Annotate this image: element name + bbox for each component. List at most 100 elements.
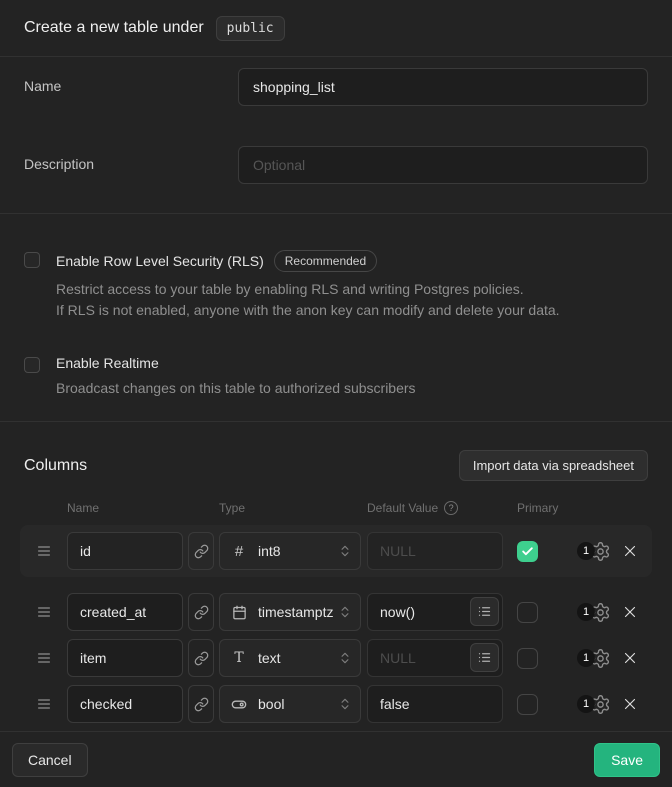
realtime-checkbox[interactable] (24, 357, 40, 373)
hash-icon: # (231, 543, 247, 560)
column-type-select[interactable]: timestamptz (219, 593, 361, 631)
foreign-key-button[interactable] (188, 639, 214, 677)
help-circle-icon[interactable]: ? (444, 501, 458, 515)
grid-header-default: Default Value ? (367, 501, 517, 515)
column-type-value: text (258, 650, 281, 666)
name-field-row: Name (24, 68, 648, 106)
columns-head: Columns Import data via spreadsheet (20, 450, 652, 481)
default-value-picker-button[interactable] (470, 643, 499, 672)
column-type-select[interactable]: bool (219, 685, 361, 723)
realtime-content: Enable Realtime Broadcast changes on thi… (56, 355, 416, 399)
list-icon (477, 604, 492, 619)
rls-description-line1: Restrict access to your table by enablin… (56, 279, 560, 300)
primary-cell (517, 694, 538, 715)
list-icon (477, 650, 492, 665)
column-name-input[interactable] (67, 639, 183, 677)
table-description-input[interactable] (238, 146, 648, 184)
drag-handle-icon[interactable] (20, 604, 67, 620)
settings-count-badge: 1 (577, 603, 595, 621)
settings-count-badge: 1 (577, 649, 595, 667)
link-icon (194, 697, 209, 712)
description-field-row: Description (24, 146, 648, 184)
link-icon (194, 651, 209, 666)
foreign-key-button[interactable] (188, 593, 214, 631)
modal-header: Create a new table under public (0, 0, 672, 57)
modal-title: Create a new table under (24, 19, 204, 37)
column-row: T text 1 (20, 639, 652, 677)
import-spreadsheet-button[interactable]: Import data via spreadsheet (459, 450, 648, 481)
toggle-icon (231, 696, 247, 713)
rls-description: Restrict access to your table by enablin… (56, 279, 560, 321)
close-icon (621, 542, 639, 560)
rls-checkbox[interactable] (24, 252, 40, 268)
column-settings-button[interactable]: 1 (577, 694, 611, 715)
description-label: Description (24, 146, 238, 184)
rls-description-line2: If RLS is not enabled, anyone with the a… (56, 300, 560, 321)
link-icon (194, 544, 209, 559)
default-value-picker-button[interactable] (470, 597, 499, 626)
primary-checkbox[interactable] (517, 541, 538, 562)
remove-column-button[interactable] (621, 695, 639, 713)
remove-column-button[interactable] (621, 542, 639, 560)
default-value-cell (367, 685, 503, 723)
column-name-input[interactable] (67, 593, 183, 631)
column-settings-button[interactable]: 1 (577, 541, 611, 562)
foreign-key-button[interactable] (188, 532, 214, 570)
modal-footer: Cancel Save (0, 731, 672, 787)
grid-header-type: Type (219, 501, 367, 515)
column-type-value: timestamptz (258, 604, 333, 620)
remove-column-button[interactable] (621, 603, 639, 621)
schema-badge: public (216, 16, 285, 41)
default-value-cell (367, 639, 503, 677)
columns-title: Columns (24, 457, 87, 475)
table-details-section: Name Description (0, 57, 672, 214)
column-type-value: bool (258, 696, 284, 712)
column-name-input[interactable] (67, 685, 183, 723)
rls-content: Enable Row Level Security (RLS) Recommen… (56, 250, 560, 321)
default-value-input[interactable] (367, 685, 503, 723)
column-type-select[interactable]: T text (219, 639, 361, 677)
grid-header-name: Name (67, 501, 219, 515)
column-settings-button[interactable]: 1 (577, 648, 611, 669)
columns-section: Columns Import data via spreadsheet Name… (0, 422, 672, 731)
column-settings-button[interactable]: 1 (577, 602, 611, 623)
text-icon: T (231, 650, 247, 666)
primary-checkbox[interactable] (517, 648, 538, 669)
grid-header-spacer (20, 501, 67, 515)
close-icon (621, 695, 639, 713)
drag-handle-icon[interactable] (20, 543, 67, 559)
primary-checkbox[interactable] (517, 694, 538, 715)
save-button[interactable]: Save (594, 743, 660, 777)
drag-handle-icon[interactable] (20, 696, 67, 712)
grid-header-default-label: Default Value (367, 501, 438, 515)
toggles-section: Enable Row Level Security (RLS) Recommen… (0, 214, 672, 422)
column-row: bool 1 (20, 685, 652, 723)
primary-checkbox[interactable] (517, 602, 538, 623)
default-value-cell (367, 532, 503, 570)
name-label: Name (24, 68, 238, 106)
settings-count-badge: 1 (577, 695, 595, 713)
link-icon (194, 605, 209, 620)
rls-toggle-block: Enable Row Level Security (RLS) Recommen… (24, 250, 648, 321)
default-value-cell (367, 593, 503, 631)
primary-cell (517, 648, 538, 669)
drag-handle-icon[interactable] (20, 650, 67, 666)
foreign-key-button[interactable] (188, 685, 214, 723)
realtime-label-row: Enable Realtime (56, 355, 416, 371)
chevrons-up-down-icon (338, 651, 352, 665)
chevrons-up-down-icon (338, 544, 352, 558)
column-row: # int8 1 (20, 525, 652, 577)
calendar-icon (231, 605, 247, 620)
column-type-select[interactable]: # int8 (219, 532, 361, 570)
remove-column-button[interactable] (621, 649, 639, 667)
cancel-button[interactable]: Cancel (12, 743, 88, 777)
rls-label: Enable Row Level Security (RLS) (56, 253, 264, 269)
realtime-toggle-block: Enable Realtime Broadcast changes on thi… (24, 355, 648, 399)
column-name-input[interactable] (67, 532, 183, 570)
realtime-label: Enable Realtime (56, 355, 159, 371)
table-name-input[interactable] (238, 68, 648, 106)
recommended-badge: Recommended (274, 250, 377, 272)
grid-header-primary: Primary (517, 501, 558, 515)
default-value-input[interactable] (367, 532, 503, 570)
settings-count-badge: 1 (577, 542, 595, 560)
